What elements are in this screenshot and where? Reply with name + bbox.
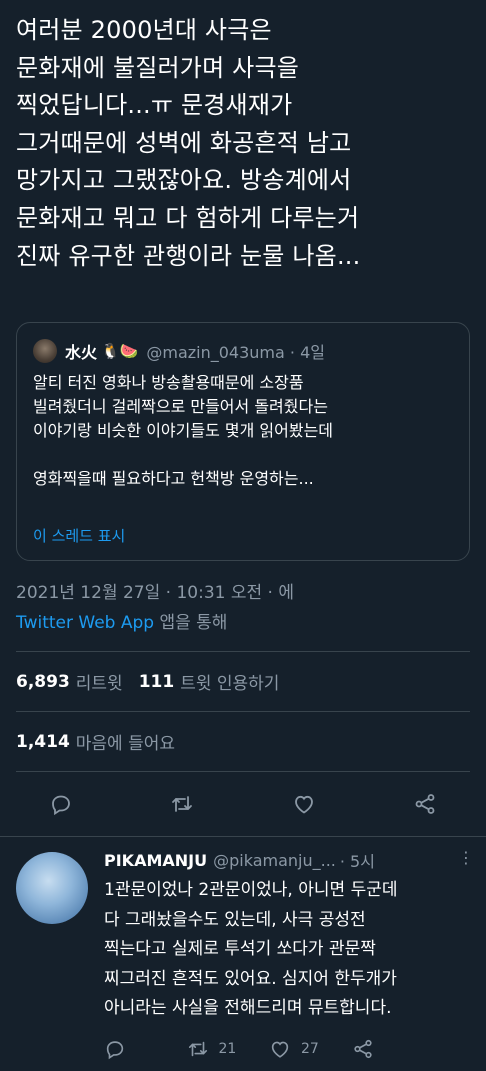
quote-count[interactable]: 111 [139,672,175,692]
divider [0,836,486,837]
tweet-timestamp[interactable]: 2021년 12월 27일 · 10:31 오전 · 에 [16,578,294,603]
divider [16,771,470,772]
share-button[interactable] [405,784,445,824]
retweet-icon [188,1041,207,1057]
retweet-label[interactable]: 리트윗 [76,669,123,694]
like-label[interactable]: 마음에 들어요 [76,729,175,754]
reply-icon [51,795,70,816]
user-emoji: 🐧🍉 [101,342,139,360]
reply-time[interactable]: · 5시 [340,848,375,872]
retweet-icon [172,796,193,812]
source-app-link[interactable]: Twitter Web App [16,613,154,633]
reply-text: 1관문이었나 2관문이었나, 아니면 두군데 다 그래놨을수도 있는데, 사극 … [104,880,398,1018]
heart-icon [271,1041,289,1058]
like-stats: 1,414 마음에 들어요 [16,729,191,755]
more-options-icon[interactable]: ⋮ [458,848,474,867]
avatar[interactable] [33,339,57,363]
divider [16,711,470,712]
heart-icon [294,795,313,814]
reply-reply-button[interactable] [104,1038,187,1060]
reply-user-name[interactable]: PIKAMANJU [104,851,207,870]
reply-header: PIKAMANJU @pikamanju_... · 5시 ⋮ [104,848,474,872]
reply-like-count: 27 [301,1041,319,1057]
like-button[interactable] [284,784,324,824]
quoted-tweet[interactable]: 水火 🐧🍉 @mazin_043uma · 4일 알티 터진 영화나 방송촬용때… [16,322,470,561]
tweet-text: 여러분 2000년대 사극은 문화재에 불질러가며 사극을 찍었답니다...ㅠ … [16,16,361,270]
show-thread-link[interactable]: 이 스레드 표시 [33,525,125,546]
like-count[interactable]: 1,414 [16,732,70,752]
quote-label[interactable]: 트윗 인용하기 [180,669,279,694]
tweet-source: Twitter Web App 앱을 통해 [16,608,227,633]
reply-share-button[interactable] [352,1038,435,1060]
quoted-user-handle: @mazin_043uma · 4일 [146,343,325,362]
share-icon [353,1039,372,1059]
retweet-count[interactable]: 6,893 [16,672,70,692]
reply-button[interactable] [41,784,81,824]
reply-retweet-count: 21 [218,1041,237,1057]
reply-like-button[interactable]: 27 [269,1038,352,1060]
quoted-tweet-header: 水火 🐧🍉 @mazin_043uma · 4일 [33,337,325,365]
retweet-stats: 6,893 리트윗 111 트윗 인용하기 [16,669,295,695]
quoted-user-name[interactable]: 水火 [65,339,97,363]
reply-user-handle[interactable]: @pikamanju_... [213,851,336,870]
retweet-button[interactable] [162,784,202,824]
tweet-actions [0,780,486,828]
divider [16,651,470,652]
avatar[interactable] [16,852,88,924]
source-suffix: 앱을 통해 [154,613,228,633]
reply-actions: 21 27 [104,1034,434,1064]
quoted-tweet-text: 알티 터진 영화나 방송촬용때문에 소장품 빌려줬더니 걸레짝으로 만들어서 돌… [33,373,334,488]
reply-icon [106,1041,124,1060]
reply-retweet-button[interactable]: 21 [187,1038,270,1060]
share-icon [415,794,435,814]
